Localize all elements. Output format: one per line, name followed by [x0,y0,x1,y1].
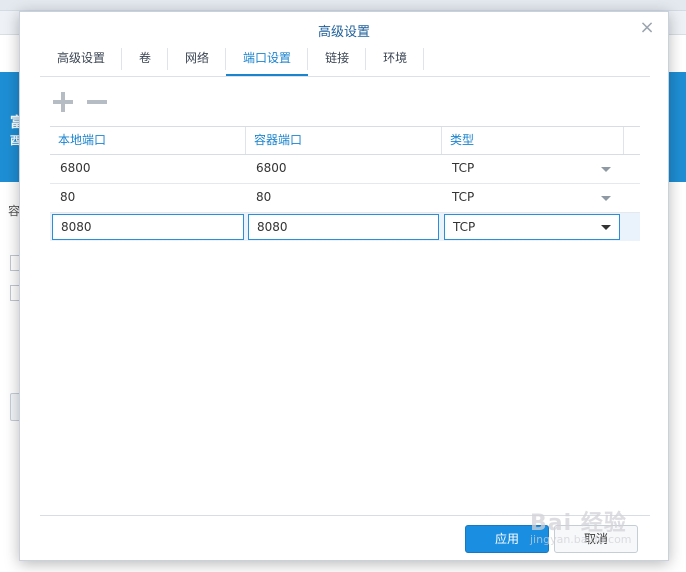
apply-button[interactable]: 应用 [465,525,549,553]
chevron-down-icon[interactable] [601,167,611,172]
footer-divider [40,515,650,516]
plus-icon[interactable] [50,90,76,114]
tab-network[interactable]: 网络 [168,46,227,72]
local-port-cell[interactable]: 6800 [50,155,246,183]
table-row[interactable]: 80 80 TCP [50,184,640,213]
container-port-cell[interactable]: 80 [246,184,442,212]
tab-links[interactable]: 链接 [308,46,367,72]
local-port-input[interactable]: 8080 [52,214,244,240]
column-header-local-port[interactable]: 本地端口 [50,127,246,154]
tab-advanced-settings[interactable]: 高级设置 [40,46,123,72]
port-table: 本地端口 容器端口 类型 6800 6800 TCP 80 80 TCP 808… [50,126,640,241]
background-topbar [0,0,686,11]
chevron-down-icon[interactable] [601,225,611,230]
type-cell[interactable]: TCP [442,155,624,183]
table-row[interactable]: 6800 6800 TCP [50,155,640,184]
dialog-title: 高级设置 [317,25,370,40]
type-select[interactable]: TCP [444,214,620,240]
table-header: 本地端口 容器端口 类型 [50,126,640,155]
minus-icon[interactable] [84,90,110,114]
column-header-container-port[interactable]: 容器端口 [246,127,442,154]
type-cell[interactable]: TCP [442,184,624,212]
tab-environment[interactable]: 环境 [366,46,425,72]
table-row-editing[interactable]: 8080 8080 TCP [50,213,640,241]
chevron-down-icon[interactable] [601,196,611,201]
container-port-cell[interactable]: 6800 [246,155,442,183]
cancel-button[interactable]: 取消 [554,525,638,553]
toolbar [50,90,118,114]
container-port-input[interactable]: 8080 [248,214,439,240]
close-icon[interactable]: × [636,17,658,39]
advanced-settings-dialog: 高级设置 × 高级设置 卷 网络 端口设置 链接 环境 本地端口 容器端口 类型… [19,11,669,561]
column-header-type[interactable]: 类型 [442,127,624,154]
tab-port-settings[interactable]: 端口设置 [226,46,309,76]
local-port-cell[interactable]: 80 [50,184,246,212]
type-select-value: TCP [453,220,476,234]
tab-volume[interactable]: 卷 [122,46,169,72]
tab-bar: 高级设置 卷 网络 端口设置 链接 环境 [40,46,650,77]
